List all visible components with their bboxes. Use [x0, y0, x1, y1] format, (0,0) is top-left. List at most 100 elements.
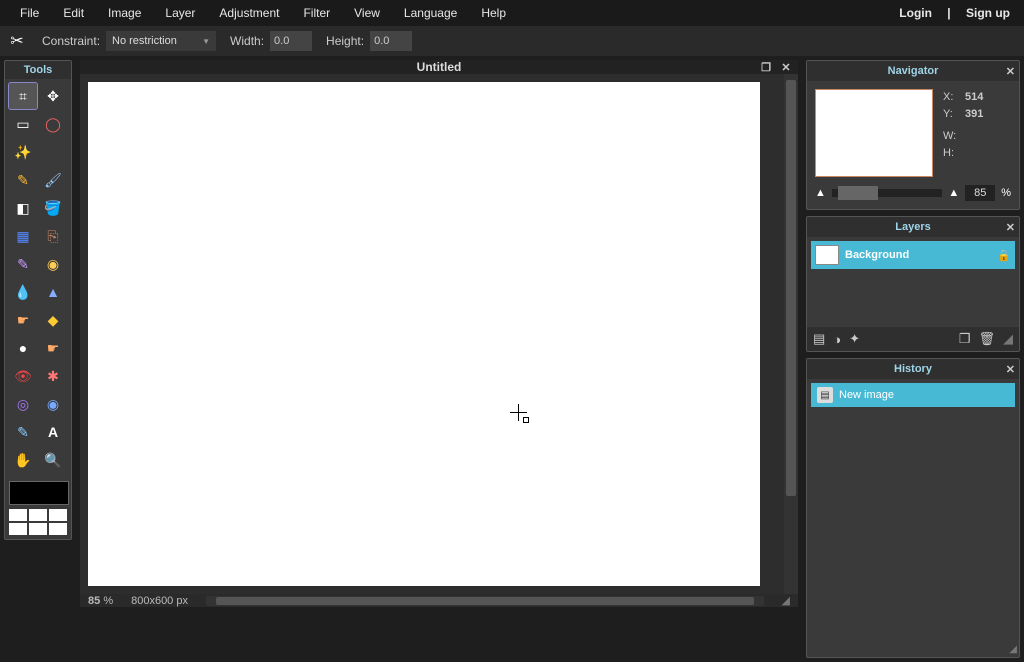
- zoom-tool[interactable]: 🔍: [39, 447, 67, 473]
- eraser-tool[interactable]: ◧: [9, 195, 37, 221]
- signup-link[interactable]: Sign up: [960, 6, 1016, 20]
- crop-tool[interactable]: ⌗: [9, 83, 37, 109]
- history-panel: History ✕ ▤ New image ◢: [806, 358, 1020, 658]
- type-tool[interactable]: A: [39, 419, 67, 445]
- crop-icon: ✂: [6, 30, 28, 52]
- zoom-value: 85 %: [88, 595, 113, 607]
- color-area: [5, 477, 71, 539]
- foreground-color[interactable]: [9, 481, 69, 505]
- resize-grip-icon[interactable]: ◢: [782, 594, 790, 607]
- tools-title: Tools: [5, 61, 71, 79]
- layers-footer: ▤ ◑ ✦ ❐ 🗑 ◢: [807, 327, 1019, 351]
- menu-file[interactable]: File: [8, 6, 51, 20]
- draw-tool[interactable]: ◉: [39, 251, 67, 277]
- bucket-tool[interactable]: 🪣: [39, 195, 67, 221]
- width-input[interactable]: [270, 31, 312, 51]
- canvas-dimensions: 800x600 px: [131, 595, 188, 607]
- zoom-out-icon[interactable]: ▲: [815, 187, 826, 199]
- burn-tool[interactable]: ☛: [39, 335, 67, 361]
- navigator-zoom-unit: %: [1001, 187, 1011, 199]
- layer-row[interactable]: Background 🔒: [811, 241, 1015, 269]
- pencil-tool[interactable]: ✎: [9, 167, 37, 193]
- history-row[interactable]: ▤ New image: [811, 383, 1015, 407]
- trash-icon[interactable]: 🗑: [978, 331, 995, 347]
- swatch-grid[interactable]: [9, 509, 67, 535]
- width-label: Width:: [222, 34, 264, 48]
- menu-bar: File Edit Image Layer Adjustment Filter …: [0, 0, 1024, 26]
- smudge-tool[interactable]: ☛: [9, 307, 37, 333]
- horizontal-scrollbar[interactable]: [206, 596, 764, 606]
- layers-title: Layers: [895, 221, 930, 233]
- stamp-tool[interactable]: ⎘: [39, 223, 67, 249]
- menu-help[interactable]: Help: [469, 6, 518, 20]
- canvas-header: Untitled ❐ ✕: [80, 60, 798, 74]
- duplicate-icon[interactable]: ❐: [959, 331, 971, 347]
- close-icon[interactable]: ✕: [1006, 221, 1015, 234]
- vertical-scrollbar[interactable]: [784, 74, 798, 594]
- gradient-tool[interactable]: ▦: [9, 223, 37, 249]
- sponge-tool[interactable]: ◆: [39, 307, 67, 333]
- mask-icon[interactable]: ◑: [833, 332, 841, 347]
- lock-icon[interactable]: 🔒: [997, 249, 1011, 262]
- menu-image[interactable]: Image: [96, 6, 153, 20]
- blur-tool[interactable]: 💧: [9, 279, 37, 305]
- lasso-tool[interactable]: ◯: [39, 111, 67, 137]
- bloat-tool[interactable]: ◎: [9, 391, 37, 417]
- pinch-tool[interactable]: ◉: [39, 391, 67, 417]
- menu-language[interactable]: Language: [392, 6, 469, 20]
- canvas-title: Untitled: [417, 60, 462, 74]
- canvas-viewport[interactable]: [80, 74, 784, 594]
- eyedropper-tool[interactable]: ✎: [9, 419, 37, 445]
- wand-tool[interactable]: ✨: [9, 139, 37, 165]
- close-icon[interactable]: ✕: [1006, 363, 1015, 376]
- layer-thumbnail: [815, 245, 839, 265]
- constraint-dropdown[interactable]: No restriction: [106, 31, 216, 51]
- navigator-zoom-value: 85: [965, 185, 995, 201]
- menu-adjustment[interactable]: Adjustment: [207, 6, 291, 20]
- move-tool[interactable]: ✥: [39, 83, 67, 109]
- history-title: History: [894, 363, 932, 375]
- constraint-label: Constraint:: [34, 34, 100, 48]
- artboard[interactable]: [88, 82, 760, 586]
- spacer-tool: [39, 139, 67, 165]
- dodge-tool[interactable]: ●: [9, 335, 37, 361]
- new-layer-icon[interactable]: ▤: [813, 331, 825, 347]
- sharpen-tool[interactable]: ▲: [39, 279, 67, 305]
- zoom-in-icon[interactable]: ▲: [948, 187, 959, 199]
- login-link[interactable]: Login: [893, 6, 938, 20]
- canvas-window: Untitled ❐ ✕ 85 % 800x600 px ◢: [80, 60, 798, 602]
- hand-tool[interactable]: ✋: [9, 447, 37, 473]
- marquee-tool[interactable]: ▭: [9, 111, 37, 137]
- redeye-tool[interactable]: 👁: [9, 363, 37, 389]
- zoom-slider[interactable]: [832, 189, 942, 197]
- history-step-label: New image: [839, 389, 894, 401]
- options-bar: ✂ Constraint: No restriction Width: Heig…: [0, 26, 1024, 56]
- resize-grip-icon[interactable]: ◢: [1003, 331, 1013, 347]
- fx-icon[interactable]: ✦: [849, 331, 860, 347]
- menu-filter[interactable]: Filter: [291, 6, 342, 20]
- menu-edit[interactable]: Edit: [51, 6, 96, 20]
- auth-area: Login | Sign up: [893, 6, 1016, 20]
- menu-view[interactable]: View: [342, 6, 392, 20]
- resize-grip-icon[interactable]: ◢: [1009, 644, 1017, 655]
- height-input[interactable]: [370, 31, 412, 51]
- tools-column: Tools ⌗ ✥ ▭ ◯ ✨ ✎ 🖌 ◧ 🪣 ▦ ⎘ ✎ ◉ 💧 ▲ ☛ ◆: [0, 56, 76, 662]
- canvas-status-bar: 85 % 800x600 px ◢: [80, 594, 798, 607]
- navigator-panel: Navigator ✕ X:514 Y:391 W: H: ▲ ▲ 85 %: [806, 60, 1020, 210]
- auth-separator: |: [941, 6, 956, 20]
- brush-tool[interactable]: 🖌: [39, 167, 67, 193]
- close-icon[interactable]: ✕: [1006, 65, 1015, 78]
- replace-color-tool[interactable]: ✎: [9, 251, 37, 277]
- layer-label: Background: [845, 249, 909, 261]
- restore-icon[interactable]: ❐: [758, 59, 774, 75]
- height-label: Height:: [318, 34, 364, 48]
- layers-panel: Layers ✕ Background 🔒 ▤ ◑ ✦ ❐ 🗑 ◢: [806, 216, 1020, 352]
- close-icon[interactable]: ✕: [778, 59, 794, 75]
- navigator-info: X:514 Y:391 W: H:: [943, 89, 983, 177]
- navigator-title: Navigator: [888, 65, 939, 77]
- history-step-icon: ▤: [817, 387, 833, 403]
- navigator-preview[interactable]: [815, 89, 933, 177]
- menu-layer[interactable]: Layer: [153, 6, 207, 20]
- spot-heal-tool[interactable]: ✱: [39, 363, 67, 389]
- tools-panel: Tools ⌗ ✥ ▭ ◯ ✨ ✎ 🖌 ◧ 🪣 ▦ ⎘ ✎ ◉ 💧 ▲ ☛ ◆: [4, 60, 72, 540]
